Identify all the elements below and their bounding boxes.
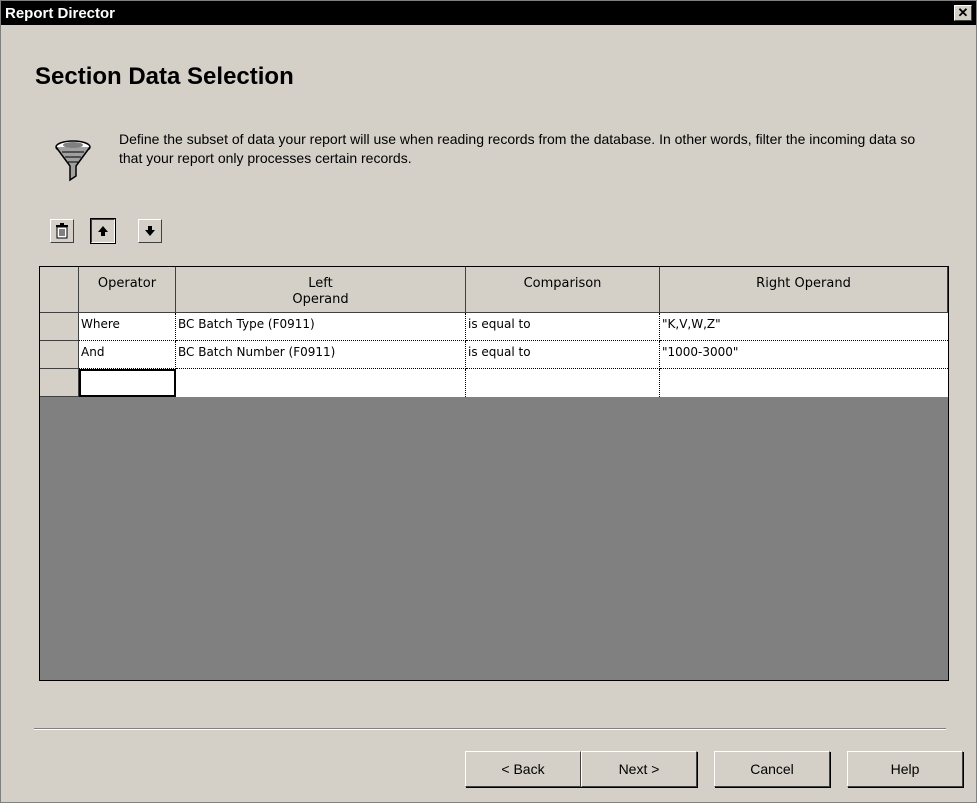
move-up-button[interactable] (90, 218, 116, 244)
page-title: Section Data Selection (35, 63, 294, 90)
next-button[interactable]: Next > (581, 751, 697, 787)
table-row[interactable] (40, 369, 948, 397)
operator-cell[interactable]: Where (79, 313, 176, 341)
description-text: Define the subset of data your report wi… (119, 131, 916, 166)
column-header-left-operand[interactable]: Left Operand (176, 267, 466, 313)
column-header-right-operand[interactable]: Right Operand (660, 267, 948, 313)
close-icon[interactable]: ✕ (954, 5, 972, 21)
right-operand-cell[interactable] (660, 369, 948, 397)
title-bar[interactable]: Report Director ✕ (1, 1, 976, 25)
column-header-comparison[interactable]: Comparison (466, 267, 660, 313)
operator-cell[interactable] (79, 369, 176, 397)
right-operand-cell[interactable]: "K,V,W,Z" (660, 313, 948, 341)
row-header[interactable] (40, 369, 79, 397)
move-down-button[interactable] (138, 219, 162, 243)
right-operand-cell[interactable]: "1000-3000" (660, 341, 948, 369)
left-operand-cell[interactable] (176, 369, 466, 397)
left-operand-cell[interactable]: BC Batch Type (F0911) (176, 313, 466, 341)
table-row[interactable]: Where BC Batch Type (F0911) is equal to … (40, 313, 948, 341)
table-row[interactable]: And BC Batch Number (F0911) is equal to … (40, 341, 948, 369)
arrow-up-icon (98, 226, 108, 236)
delete-button[interactable] (50, 219, 74, 243)
row-header[interactable] (40, 313, 79, 341)
window-title: Report Director (5, 5, 116, 22)
operator-cell[interactable]: And (79, 341, 176, 369)
report-director-window: Report Director ✕ Section Data Selection… (0, 0, 977, 803)
trash-icon (56, 223, 68, 239)
comparison-cell[interactable]: is equal to (466, 341, 660, 369)
separator (34, 728, 946, 730)
comparison-cell[interactable]: is equal to (466, 313, 660, 341)
grid-corner (40, 267, 79, 313)
comparison-cell[interactable] (466, 369, 660, 397)
row-header[interactable] (40, 341, 79, 369)
column-header-operator[interactable]: Operator (79, 267, 176, 313)
cancel-button[interactable]: Cancel (714, 751, 830, 787)
data-selection-grid[interactable]: Operator Left Operand Comparison Right O… (39, 266, 949, 681)
arrow-down-icon (145, 226, 155, 236)
left-operand-cell[interactable]: BC Batch Number (F0911) (176, 341, 466, 369)
help-button[interactable]: Help (847, 751, 963, 787)
funnel-filter-icon (55, 140, 91, 182)
back-button[interactable]: < Back (465, 751, 581, 787)
